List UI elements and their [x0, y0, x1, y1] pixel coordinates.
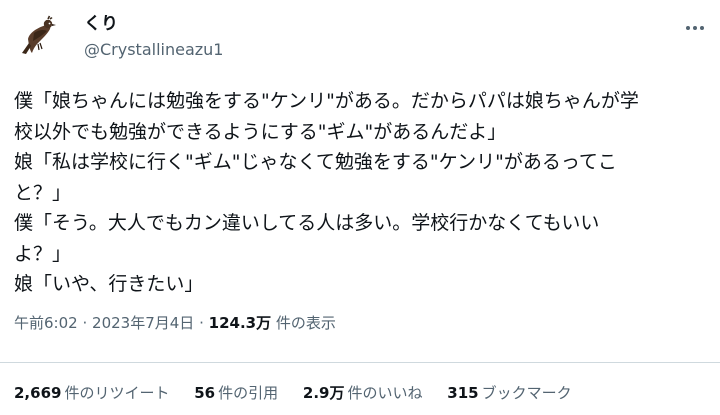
retweets-label: 件のリツイート: [64, 384, 170, 402]
tweet-line: 娘「いや、行きたい」: [14, 273, 204, 295]
retweets-count: 2,669: [14, 384, 62, 402]
quotes-stat[interactable]: 56 件の引用: [194, 383, 278, 403]
quotes-count: 56: [194, 384, 216, 402]
quotes-label: 件の引用: [218, 384, 279, 402]
meta-separator: ·: [82, 314, 88, 332]
retweets-stat[interactable]: 2,669 件のリツイート: [14, 383, 169, 403]
bird-icon: [14, 13, 62, 61]
more-options-button[interactable]: [680, 18, 710, 38]
author-name[interactable]: くり: [84, 13, 118, 35]
tweet: くり @Crystallineazu1 僕「娘ちゃんには勉強をする"ケンリ"があ…: [0, 0, 720, 415]
divider: [0, 362, 720, 363]
more-options-icon: [686, 26, 704, 30]
tweet-line: 僕「そう。大人でもカン違いしてる人は多い。学校行かなくてもいい: [14, 212, 600, 234]
views-label: 件の表示: [275, 314, 336, 332]
meta-separator: ·: [199, 314, 204, 332]
tweet-line: 校以外でも勉強ができるようにする"ギム"があるんだよ」: [14, 120, 507, 143]
likes-label: 件のいいね: [347, 384, 423, 402]
bookmarks-stat[interactable]: 315 ブックマーク: [447, 383, 571, 403]
tweet-time[interactable]: 午前6:02: [14, 314, 78, 332]
tweet-line: よ？」: [14, 242, 72, 265]
bookmarks-label: ブックマーク: [481, 384, 572, 402]
bookmarks-count: 315: [447, 384, 479, 402]
views-count: 124.3万: [208, 314, 272, 332]
tweet-meta: 午前6:02 · 2023年7月4日 · 124.3万 件の表示: [14, 313, 336, 333]
engagement-stats: 2,669 件のリツイート 56 件の引用 2.9万 件のいいね 315 ブックマーク: [14, 383, 592, 403]
avatar[interactable]: [14, 13, 62, 61]
likes-count: 2.9万: [302, 384, 345, 402]
author-handle[interactable]: @Crystallineazu1: [84, 40, 223, 60]
likes-stat[interactable]: 2.9万 件のいいね: [303, 383, 423, 403]
tweet-line: 僕「娘ちゃんには勉強をする"ケンリ"がある。だからパパは娘ちゃんが学: [14, 90, 639, 112]
tweet-text: 僕「娘ちゃんには勉強をする"ケンリ"がある。だからパパは娘ちゃんが学 校以外でも…: [14, 86, 714, 300]
tweet-line: 娘「私は学校に行く"ギム"じゃなくて勉強をする"ケンリ"があるってこ: [14, 151, 617, 173]
tweet-date[interactable]: 2023年7月4日: [92, 314, 194, 332]
tweet-line: と？」: [14, 181, 72, 204]
